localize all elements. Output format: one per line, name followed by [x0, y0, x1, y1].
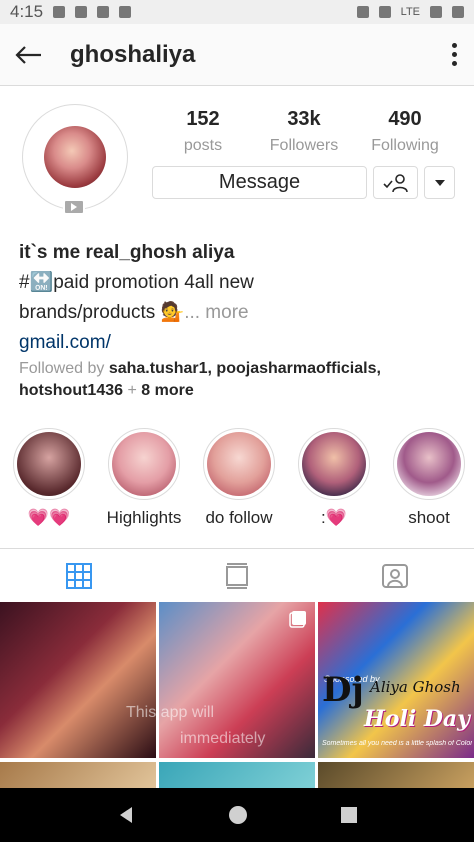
highlight-label: :💗	[321, 508, 347, 527]
posts-count-value: 152	[186, 108, 220, 130]
post-thumbnail[interactable]	[0, 602, 156, 758]
highlight-item[interactable]: shoot	[381, 428, 474, 528]
system-navigation-bar	[0, 788, 474, 842]
highlight-label: do follow	[205, 508, 273, 527]
highlight-item[interactable]: 💗💗	[1, 428, 97, 528]
igtv-video-icon	[63, 199, 85, 215]
bio-line-2-text: brands/products 💁	[19, 302, 185, 323]
highlight-ring	[13, 428, 85, 500]
post-thumbnail[interactable]	[318, 762, 474, 788]
app-bar: ghoshaliya	[0, 24, 474, 86]
chevron-down-icon	[434, 179, 445, 186]
overlay-text-2: immediately	[180, 730, 266, 747]
nav-home-icon[interactable]	[227, 804, 249, 826]
followed-by-prefix: Followed by	[19, 360, 109, 377]
post-thumbnail[interactable]	[159, 762, 315, 788]
nav-recents-icon[interactable]	[340, 806, 358, 824]
gallery-icon	[75, 6, 88, 18]
cast-icon	[356, 6, 369, 18]
more-options-icon[interactable]	[434, 43, 474, 66]
grid-icon	[66, 562, 92, 589]
poster-event: Holi Day	[364, 706, 470, 732]
highlight-label: shoot	[408, 508, 450, 527]
status-bar: 4:15 LTE	[0, 0, 474, 24]
highlight-ring	[203, 428, 275, 500]
profile-full-name: it`s me real_ghosh aliya	[19, 242, 235, 263]
network-type: LTE	[400, 6, 420, 18]
followed-by-plus: +	[123, 382, 142, 399]
signal-icon	[430, 6, 442, 18]
highlight-cover	[17, 432, 81, 496]
bio-more-link[interactable]: ... more	[184, 302, 248, 323]
followed-by[interactable]: Followed by saha.tushar1, poojasharmaoff…	[19, 358, 459, 402]
tab-grid[interactable]	[0, 549, 158, 602]
highlight-cover	[397, 432, 461, 496]
suggestions-dropdown-button[interactable]	[424, 166, 455, 199]
highlight-label: 💗💗	[27, 508, 71, 527]
post-thumbnail[interactable]	[0, 762, 156, 788]
posts-count[interactable]: 152 posts	[148, 108, 258, 155]
avatar	[44, 126, 106, 188]
settings-icon	[97, 6, 110, 18]
bio-line-2: brands/products 💁... more	[19, 298, 459, 328]
bio-website-link[interactable]: gmail.com/	[19, 328, 459, 358]
user-check-icon	[382, 173, 408, 192]
feed-icon	[226, 562, 248, 589]
following-count-value: 490	[388, 108, 422, 130]
highlight-ring	[393, 428, 465, 500]
overlay-text-1: This app will	[126, 704, 215, 721]
profile-bio: it`s me real_ghosh aliya #🔛paid promotio…	[19, 238, 459, 358]
highlight-item[interactable]: Highlights	[96, 428, 192, 528]
highlight-item[interactable]: :💗	[286, 428, 382, 528]
followed-by-names: saha.tushar1, poojasharmaofficials,	[108, 360, 381, 377]
tumblr-icon	[119, 6, 132, 18]
following-count[interactable]: 490 Following	[350, 108, 460, 155]
profile-avatar-ring[interactable]	[22, 104, 128, 210]
back-arrow-icon	[15, 45, 41, 64]
tab-feed[interactable]	[158, 549, 316, 602]
highlight-cover	[207, 432, 271, 496]
highlight-label: Highlights	[106, 508, 182, 527]
poster-tagline: Sometimes all you need is a little splas…	[322, 740, 472, 747]
highlight-item[interactable]: do follow	[191, 428, 287, 528]
status-time: 4:15	[10, 2, 44, 21]
followed-by-names-2: hotshout1436	[19, 382, 124, 399]
poster-name: Aliya Ghosh	[370, 678, 461, 696]
followers-count-label: Followers	[269, 137, 339, 154]
following-status-button[interactable]	[373, 166, 418, 199]
bio-line-1: #🔛paid promotion 4all new	[19, 272, 254, 293]
back-button[interactable]	[0, 24, 56, 86]
followed-by-more: 8 more	[141, 382, 194, 399]
followers-count[interactable]: 33k Followers	[249, 108, 359, 155]
posts-count-label: posts	[183, 137, 223, 154]
highlight-ring	[108, 428, 180, 500]
story-highlights: 💗💗 Highlights do follow :💗 shoot	[0, 428, 474, 532]
poster-title: Dj	[322, 670, 364, 710]
following-count-label: Following	[371, 137, 439, 154]
battery-icon	[452, 6, 464, 18]
multiple-photos-icon	[289, 611, 306, 628]
highlight-ring	[298, 428, 370, 500]
tagged-icon	[382, 563, 408, 588]
followers-count-value: 33k	[287, 108, 321, 130]
alarm-icon	[378, 6, 391, 18]
youtube-icon	[53, 6, 66, 18]
profile-username-title: ghoshaliya	[70, 40, 196, 68]
message-button[interactable]: Message	[152, 166, 367, 199]
tab-tagged[interactable]	[316, 549, 474, 602]
highlight-cover	[112, 432, 176, 496]
highlight-cover	[302, 432, 366, 496]
profile-tabs	[0, 548, 474, 602]
nav-back-icon[interactable]	[116, 805, 136, 825]
